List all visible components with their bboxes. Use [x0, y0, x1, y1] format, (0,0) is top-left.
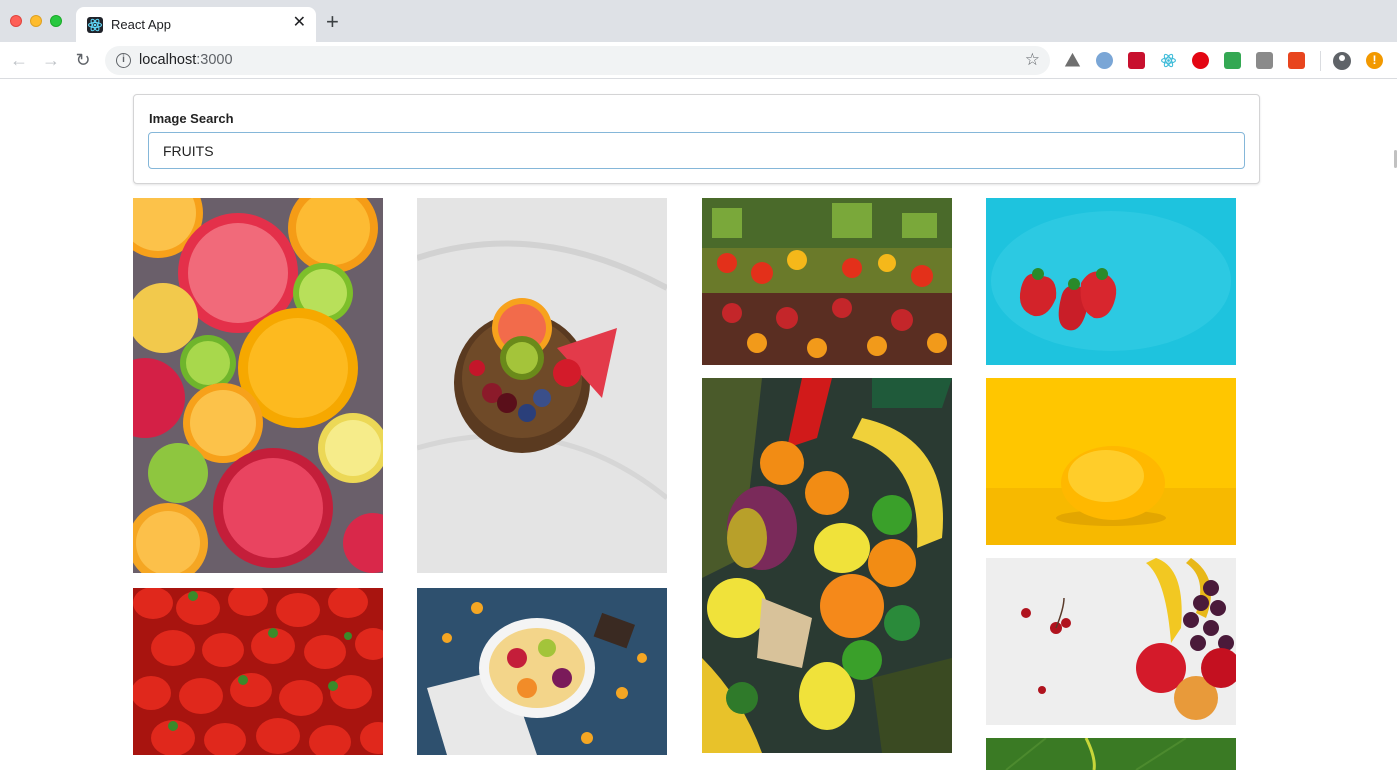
url-host: localhost: [139, 52, 197, 68]
fruit-bowl-marble-image[interactable]: [417, 198, 667, 573]
image-search-input[interactable]: [148, 132, 1245, 169]
new-tab-button[interactable]: +: [326, 11, 339, 33]
safari-extension-icon[interactable]: [1096, 52, 1113, 69]
forward-arrow-icon[interactable]: →: [40, 49, 62, 71]
strawberries-blue-image[interactable]: [986, 198, 1236, 365]
adobe-acrobat-icon[interactable]: [1192, 52, 1209, 69]
market-produce-image[interactable]: [702, 198, 952, 365]
strawberry-pile-image[interactable]: [133, 588, 383, 755]
mixed-fruits-pineapple-image[interactable]: [702, 378, 952, 753]
browser-toolbar: ← → ↻ i localhost:3000 ☆ !: [0, 42, 1397, 79]
url-text[interactable]: localhost:3000: [139, 52, 233, 68]
tab-title: React App: [111, 17, 171, 32]
toolbar-divider: [1320, 51, 1321, 71]
browser-tab-bar: React App ✕ +: [0, 0, 1397, 42]
citrus-slices-image[interactable]: [133, 198, 383, 573]
c-extension-icon[interactable]: [1288, 52, 1305, 69]
fruit-plate-dark-image[interactable]: [417, 588, 667, 755]
back-arrow-icon[interactable]: ←: [8, 49, 30, 71]
profile-avatar-icon[interactable]: [1333, 52, 1351, 70]
adblock-extension-icon[interactable]: [1128, 52, 1145, 69]
update-alert-icon[interactable]: !: [1366, 52, 1383, 69]
green-leaf-image[interactable]: [986, 738, 1236, 770]
url-port: :3000: [196, 52, 233, 68]
react-devtools-icon[interactable]: [1160, 52, 1177, 69]
site-info-icon[interactable]: i: [116, 53, 131, 68]
bookmark-star-icon[interactable]: ☆: [1025, 50, 1040, 70]
close-window-button[interactable]: [10, 15, 22, 27]
react-favicon-icon: [87, 17, 103, 33]
banana-cherries-white-image[interactable]: [986, 558, 1236, 725]
minimize-window-button[interactable]: [30, 15, 42, 27]
search-label: Image Search: [149, 111, 234, 126]
search-card: Image Search: [133, 94, 1260, 184]
maximize-window-button[interactable]: [50, 15, 62, 27]
reload-icon[interactable]: ↻: [72, 49, 94, 71]
camera-icon[interactable]: [1256, 52, 1273, 69]
tab-close-icon[interactable]: ✕: [293, 14, 306, 32]
checkmark-extension-icon[interactable]: [1224, 52, 1241, 69]
browser-tab[interactable]: React App ✕: [76, 7, 316, 42]
google-drive-icon[interactable]: [1064, 52, 1081, 67]
lemon-yellow-image[interactable]: [986, 378, 1236, 545]
address-bar[interactable]: i localhost:3000 ☆: [105, 46, 1050, 75]
